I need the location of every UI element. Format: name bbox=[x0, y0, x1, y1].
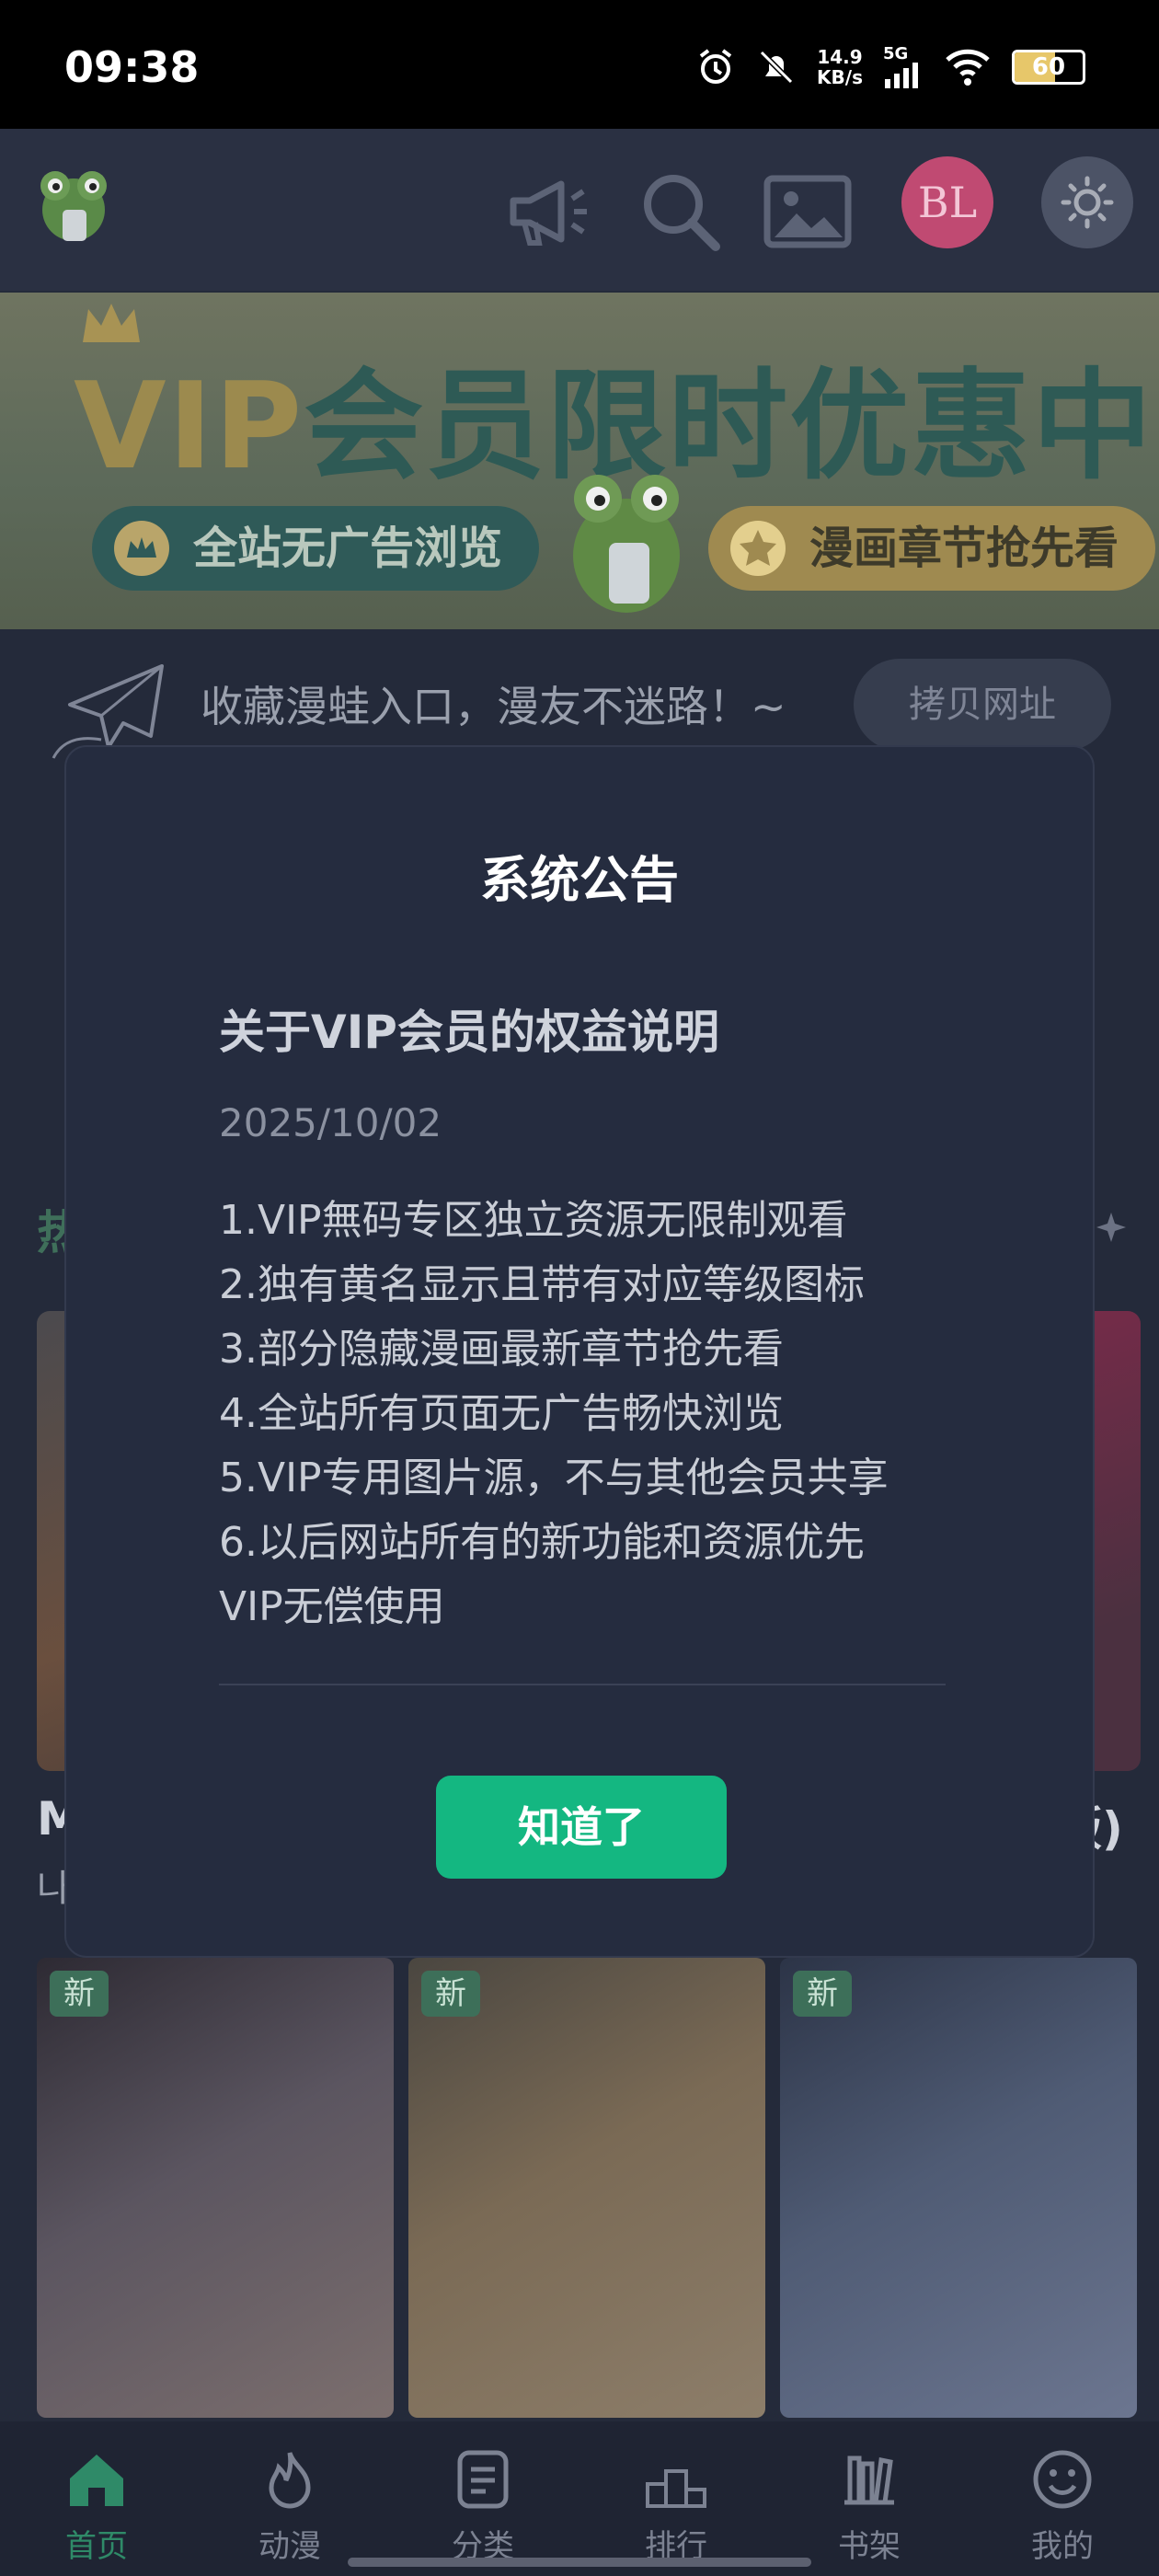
benefit-item: 1.VIP無码专区独立资源无限制观看 bbox=[219, 1197, 848, 1244]
announcement-heading: 关于VIP会员的权益说明 bbox=[219, 1006, 719, 1059]
benefit-item: 4.全站所有页面无广告畅快浏览 bbox=[219, 1390, 784, 1437]
megaphone-icon[interactable] bbox=[504, 166, 596, 258]
category-icon bbox=[457, 2450, 509, 2509]
signal-indicator: 5G bbox=[883, 46, 924, 88]
flame-icon bbox=[269, 2452, 311, 2509]
frog-logo-icon[interactable] bbox=[28, 158, 120, 250]
benefit-item: VIP无偿使用 bbox=[219, 1583, 445, 1630]
copy-url-button[interactable]: 拷贝网址 bbox=[854, 659, 1111, 751]
bookshelf-icon bbox=[844, 2455, 894, 2505]
status-icons: 14.9 KB/s 5G 60 bbox=[695, 46, 1085, 88]
sun-icon bbox=[1061, 176, 1114, 229]
nav-item-category[interactable]: 分类 bbox=[386, 2421, 580, 2576]
banner-pill-no-ads: 全站无广告浏览 bbox=[92, 506, 540, 591]
comic-card[interactable]: 新 bbox=[37, 1958, 394, 2418]
net-speed: 14.9 KB/s bbox=[817, 46, 863, 88]
benefit-item: 5.VIP专用图片源，不与其他会员共享 bbox=[219, 1455, 889, 1501]
status-time: 09:38 bbox=[64, 42, 200, 92]
new-badge: 新 bbox=[50, 1971, 109, 2017]
status-bar: 09:38 14.9 KB/s 5G 60 bbox=[0, 0, 1159, 129]
banner-pill-early-access: 漫画章节抢先看 bbox=[708, 506, 1156, 591]
acknowledge-button[interactable]: 知道了 bbox=[436, 1776, 727, 1879]
vip-promo-banner[interactable]: VIP会员限时优惠中 全站无广告浏览 漫画章节抢先看 bbox=[0, 293, 1159, 629]
search-icon[interactable] bbox=[635, 166, 727, 258]
app-header: BL bbox=[0, 129, 1159, 291]
crown-decoration-icon bbox=[83, 304, 140, 342]
star-icon bbox=[730, 521, 786, 576]
smile-icon bbox=[1033, 2450, 1092, 2509]
benefit-list: 1.VIP無码专区独立资源无限制观看 2.独有黄名显示且带有对应等级图标 3.部… bbox=[219, 1189, 973, 1639]
sparkle-icon bbox=[1096, 1213, 1126, 1242]
theme-toggle-button[interactable] bbox=[1041, 156, 1133, 248]
signal-icon bbox=[885, 63, 918, 88]
nav-item-profile[interactable]: 我的 bbox=[966, 2421, 1159, 2576]
benefit-item: 2.独有黄名显示且带有对应等级图标 bbox=[219, 1261, 865, 1308]
nav-item-ranking[interactable]: 排行 bbox=[580, 2421, 773, 2576]
frog-mascot-icon bbox=[573, 475, 680, 613]
nav-item-bookshelf[interactable]: 书架 bbox=[773, 2421, 966, 2576]
comic-card[interactable]: 新 bbox=[780, 1958, 1137, 2418]
bottom-nav: 首页 动漫 分类 排行 书架 我的 bbox=[0, 2421, 1159, 2576]
wifi-icon bbox=[946, 49, 990, 86]
bookmark-notice: 收藏漫蛙入口，漫友不迷路！~ 拷贝网址 bbox=[0, 644, 1159, 759]
nav-item-anime[interactable]: 动漫 bbox=[193, 2421, 386, 2576]
dialog-title: 系统公告 bbox=[480, 851, 679, 909]
image-gallery-icon[interactable] bbox=[762, 166, 854, 258]
new-badge: 新 bbox=[793, 1971, 852, 2017]
comic-card[interactable]: 新 bbox=[408, 1958, 765, 2418]
home-icon bbox=[70, 2455, 123, 2506]
alarm-icon bbox=[699, 49, 732, 84]
new-badge: 新 bbox=[421, 1971, 480, 2017]
user-avatar[interactable]: BL bbox=[901, 156, 993, 248]
benefit-item: 3.部分隐藏漫画最新章节抢先看 bbox=[219, 1326, 784, 1373]
nav-item-home[interactable]: 首页 bbox=[0, 2421, 193, 2576]
battery-indicator: 60 bbox=[1012, 50, 1085, 85]
announcement-dialog: 系统公告 关于VIP会员的权益说明 2025/10/02 1.VIP無码专区独立… bbox=[64, 745, 1095, 1958]
notice-text: 收藏漫蛙入口，漫友不迷路！~ bbox=[201, 682, 786, 731]
gesture-home-bar[interactable] bbox=[348, 2558, 811, 2567]
podium-icon bbox=[646, 2469, 706, 2508]
benefit-item: 6.以后网站所有的新功能和资源优先 bbox=[219, 1519, 865, 1566]
announcement-date: 2025/10/02 bbox=[219, 1100, 442, 1145]
mute-bell-icon bbox=[759, 50, 794, 85]
divider bbox=[219, 1684, 946, 1685]
crown-icon bbox=[114, 521, 169, 576]
